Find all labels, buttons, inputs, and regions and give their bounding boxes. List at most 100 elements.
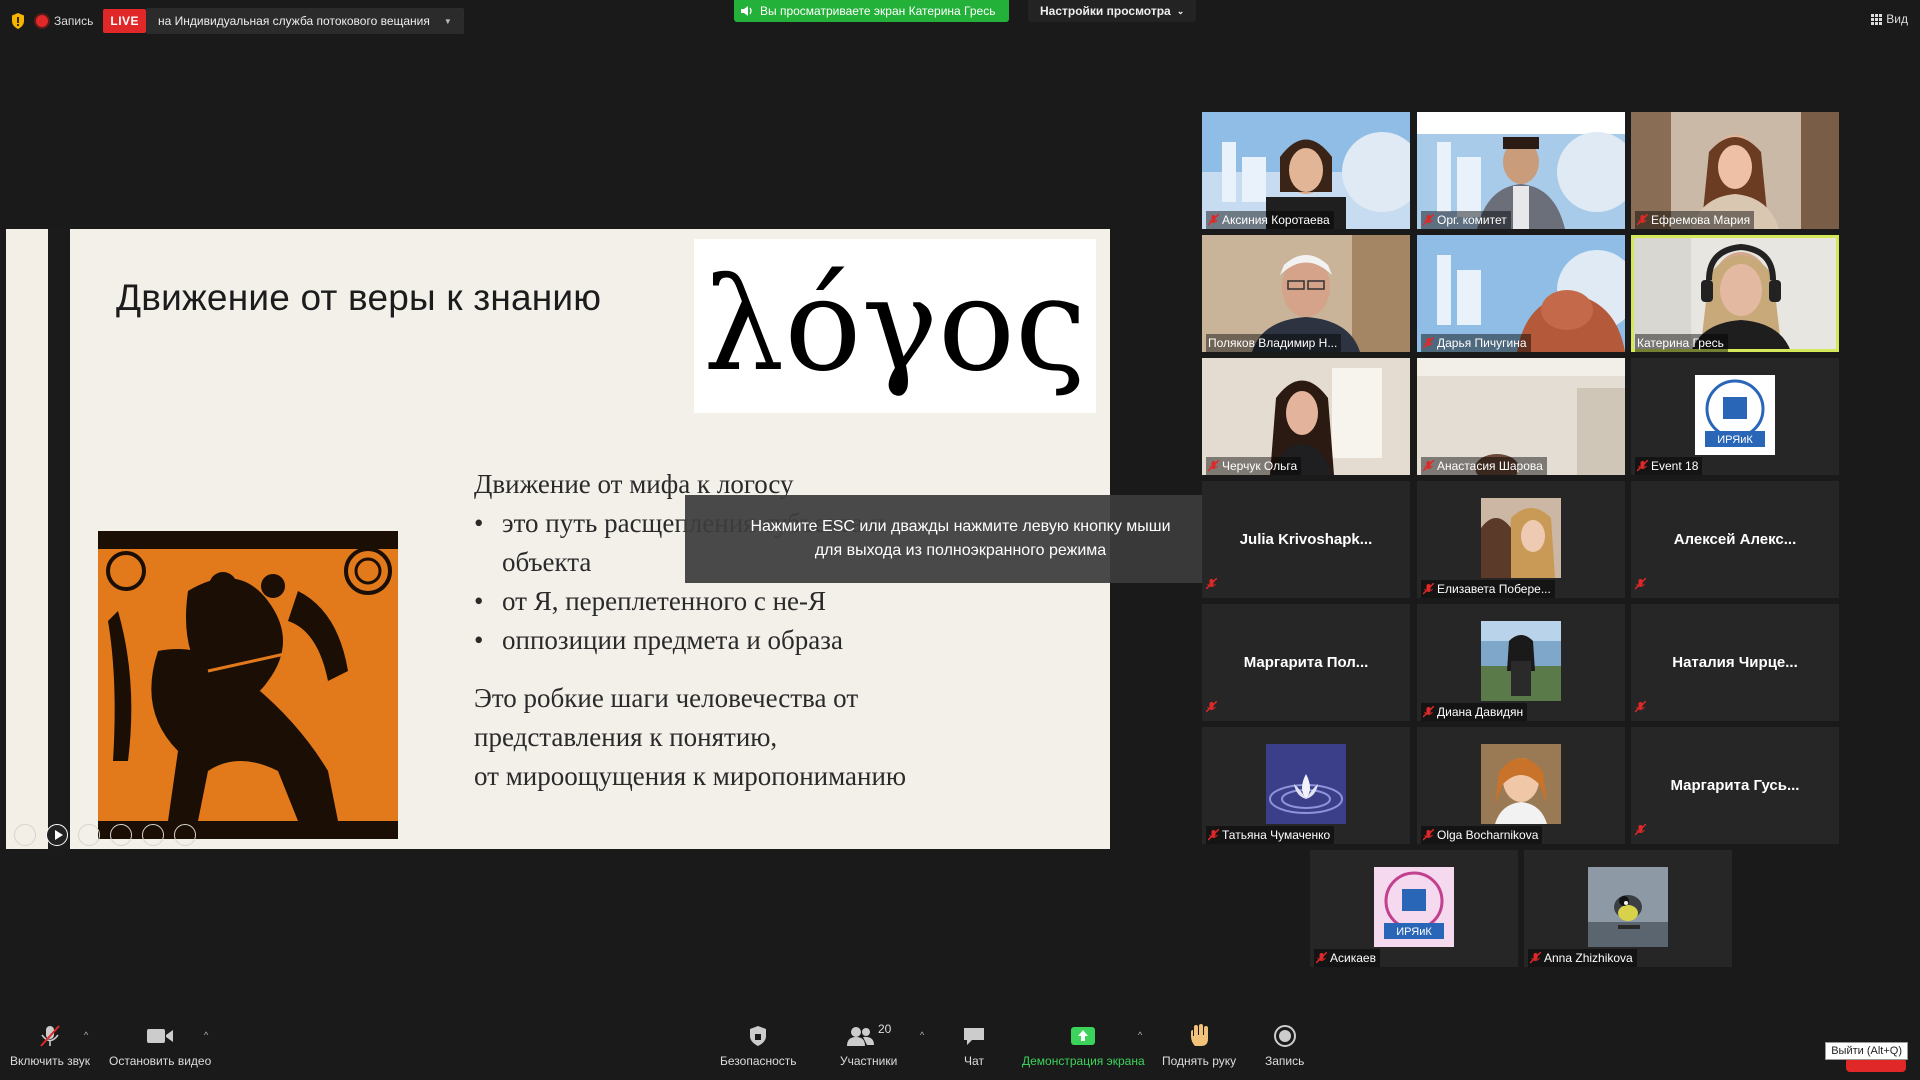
live-badge[interactable]: LIVE [103, 9, 147, 33]
participant-tile[interactable]: ИРЯиК Event 18 [1631, 358, 1839, 475]
participant-avatar [1588, 867, 1668, 947]
participant-tile[interactable]: Елизавета Побере... [1417, 481, 1625, 598]
participants-button[interactable]: 20 Участники [840, 1022, 897, 1068]
participant-tile[interactable]: Olga Bocharnikova [1417, 727, 1625, 844]
recording-indicator[interactable]: Запись [36, 14, 93, 28]
iryaik-logo-avatar: ИРЯиК [1695, 375, 1775, 455]
chat-button[interactable]: Чат [962, 1022, 986, 1068]
participant-tile[interactable]: Диана Давидян [1417, 604, 1625, 721]
record-label: Запись [1265, 1054, 1305, 1068]
participant-tile[interactable]: Julia Krivoshapk... [1202, 481, 1410, 598]
slide-dark-strip [48, 229, 70, 849]
share-screen-label: Демонстрация экрана [1022, 1054, 1145, 1068]
participant-tile[interactable]: Татьяна Чумаченко [1202, 727, 1410, 844]
participant-tile[interactable]: Наталия Чирце... [1631, 604, 1839, 721]
fullscreen-exit-toast: Нажмите ESC или дважды нажмите левую кно… [685, 495, 1236, 583]
participant-name: Анастасия Шарова [1421, 457, 1547, 475]
participant-name-text: Катерина Гресь [1637, 336, 1724, 350]
participants-options-caret-icon[interactable]: ^ [920, 1030, 924, 1040]
participant-tile[interactable]: Anna Zhizhikova [1524, 850, 1732, 967]
play-icon[interactable] [46, 824, 68, 846]
view-button[interactable]: Вид [1871, 12, 1908, 26]
participant-tile[interactable]: Маргарита Гусь... [1631, 727, 1839, 844]
slide-para-3: от мироощущения к миропониманию [474, 761, 907, 791]
slides-icon[interactable] [110, 824, 132, 846]
viewing-banner-text: Вы просматриваете экран Катерина Гресь [760, 4, 996, 18]
participant-name-text: Татьяна Чумаченко [1222, 828, 1331, 842]
svg-text:ИРЯиК: ИРЯиК [1396, 926, 1432, 938]
mic-muted-icon [1423, 460, 1434, 472]
participant-mic [1635, 823, 1646, 841]
participant-tile[interactable]: Алексей Алекс... [1631, 481, 1839, 598]
stop-video-button[interactable]: Остановить видео [109, 1022, 211, 1068]
leave-tooltip: Выйти (Alt+Q) [1825, 1042, 1908, 1060]
more-icon[interactable] [174, 824, 196, 846]
view-label: Вид [1886, 12, 1908, 26]
view-settings-label: Настройки просмотра [1040, 4, 1171, 18]
participant-name-text: Маргарита Пол... [1243, 654, 1369, 671]
view-settings-button[interactable]: Настройки просмотра ⌄ [1028, 0, 1197, 22]
mic-muted-icon [1423, 337, 1434, 349]
toast-line-1: Нажмите ESC или дважды нажмите левую кно… [750, 518, 1171, 535]
participant-tile[interactable]: Аксиния Коротаева [1202, 112, 1410, 229]
participant-name-text: Анастасия Шарова [1437, 459, 1543, 473]
slide-bullet-2: от Я, переплетенного с не-Я [474, 582, 906, 621]
participant-name-text: Черчук Ольга [1222, 459, 1298, 473]
participant-name: Дарья Пичугина [1421, 334, 1531, 352]
participant-tile[interactable]: ИРЯиК Асикаев [1310, 850, 1518, 967]
slide-bullet-3: оппозиции предмета и образа [474, 621, 906, 660]
participant-avatar [1481, 744, 1561, 824]
participant-name-text: Anna Zhizhikova [1544, 951, 1633, 965]
mic-muted-icon [1423, 583, 1434, 595]
mic-muted-icon [1208, 460, 1219, 472]
security-label: Безопасность [720, 1054, 797, 1068]
participant-name-text: Julia Krivoshapk... [1239, 531, 1373, 548]
participant-avatar [1481, 621, 1561, 701]
participant-tile[interactable]: Маргарита Пол... [1202, 604, 1410, 721]
participant-tile[interactable]: Анастасия Шарова [1417, 358, 1625, 475]
zoom-icon[interactable] [142, 824, 164, 846]
pen-icon[interactable] [78, 824, 100, 846]
mic-muted-icon [1635, 824, 1646, 836]
audio-options-caret-icon[interactable]: ^ [84, 1030, 88, 1040]
chat-label: Чат [964, 1054, 984, 1068]
participant-name-text: Наталия Чирце... [1672, 654, 1798, 671]
shield-icon [750, 1026, 767, 1046]
security-button[interactable]: Безопасность [720, 1022, 797, 1068]
unmute-button[interactable]: Включить звук [10, 1022, 90, 1068]
viewing-banner: Вы просматриваете экран Катерина Гресь [734, 0, 1010, 22]
shield-icon[interactable] [10, 12, 26, 30]
raise-hand-button[interactable]: Поднять руку [1162, 1022, 1236, 1068]
stream-target-dropdown[interactable]: на Индивидуальная служба потокового веща… [146, 8, 464, 34]
mic-muted-icon [1208, 829, 1219, 841]
leave-button[interactable] [1846, 1058, 1906, 1072]
participant-tile[interactable]: Орг. комитет [1417, 112, 1625, 229]
stream-target-label: на Индивидуальная служба потокового веща… [158, 14, 430, 28]
video-options-caret-icon[interactable]: ^ [204, 1030, 208, 1040]
participant-tile[interactable]: Черчук Ольга [1202, 358, 1410, 475]
participant-avatar [1266, 744, 1346, 824]
participant-name-text: Дарья Пичугина [1437, 336, 1527, 350]
participant-name: Event 18 [1635, 457, 1703, 475]
mic-muted-icon [1206, 578, 1217, 590]
svg-text:ИРЯиК: ИРЯиК [1717, 434, 1753, 446]
slide-left-strip [6, 229, 48, 849]
participants-icon [846, 1027, 874, 1046]
participant-tile-active-speaker[interactable]: Катерина Гресь [1631, 235, 1839, 352]
participant-tile[interactable]: Дарья Пичугина [1417, 235, 1625, 352]
participant-tile[interactable]: Поляков Владимир Н... [1202, 235, 1410, 352]
participants-label: Участники [840, 1054, 898, 1068]
mic-muted-icon [1635, 701, 1646, 713]
record-button[interactable]: Запись [1265, 1022, 1304, 1068]
prev-slide-icon[interactable] [14, 824, 36, 846]
participant-name: Черчук Ольга [1206, 457, 1302, 475]
share-screen-button[interactable]: Демонстрация экрана [1022, 1022, 1145, 1068]
meeting-toolbar: Включить звук ^ Остановить видео ^ Безоп… [0, 1020, 1920, 1080]
share-options-caret-icon[interactable]: ^ [1138, 1030, 1142, 1040]
participant-tile[interactable]: Ефремова Мария [1631, 112, 1839, 229]
participant-name: Катерина Гресь [1635, 334, 1728, 352]
participant-name: Olga Bocharnikova [1421, 826, 1543, 844]
participant-name: Асикаев [1314, 949, 1380, 967]
participant-name-text: Орг. комитет [1437, 213, 1507, 227]
participant-mic [1635, 577, 1646, 595]
